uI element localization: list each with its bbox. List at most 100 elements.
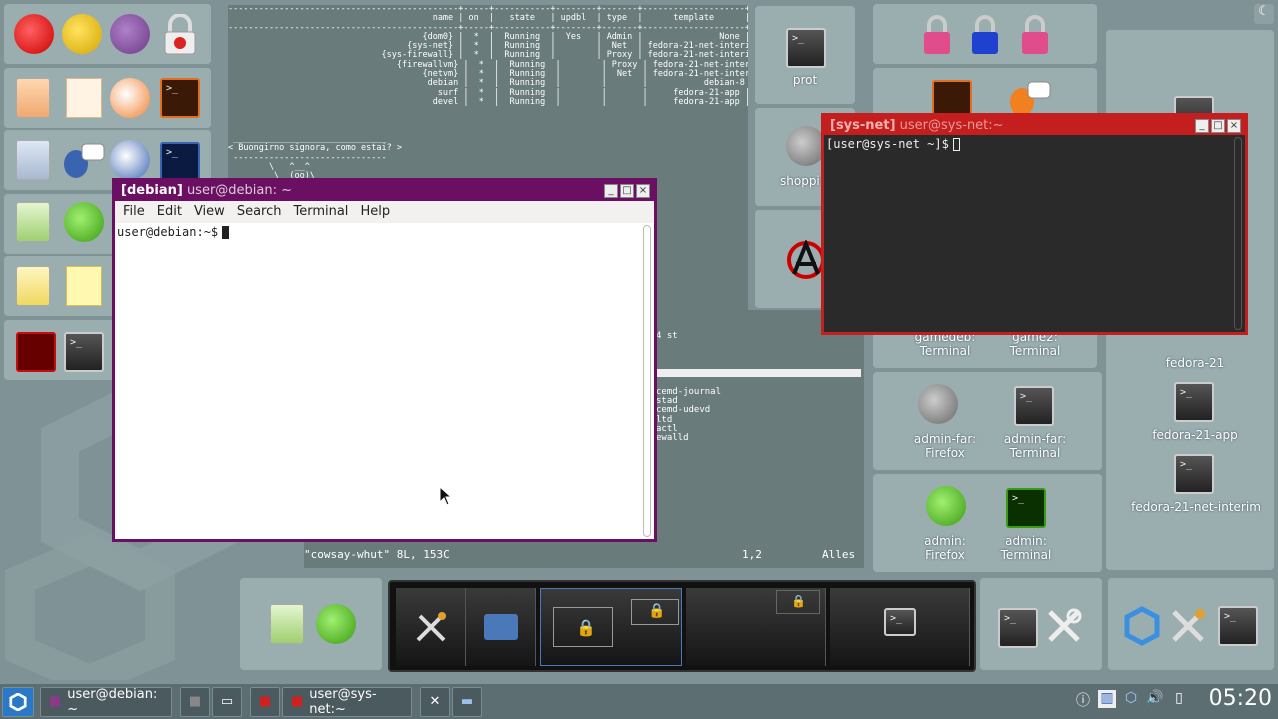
terminal-prompt: [user@sys-net ~]$ — [826, 137, 949, 151]
firefox-yellow-icon[interactable] — [62, 14, 102, 54]
scrollbar[interactable] — [643, 225, 651, 537]
volume-icon[interactable]: 🔊 — [1146, 690, 1164, 708]
mini-window: 🔒 — [776, 590, 820, 614]
lock-red-icon[interactable] — [162, 13, 202, 55]
taskbar-lock-red[interactable]: ■ — [250, 686, 280, 717]
moon-icon[interactable]: ☾ — [1254, 4, 1274, 24]
cpu-graph-icon[interactable]: ▥ — [1098, 690, 1116, 708]
minimize-button[interactable]: _ — [604, 184, 618, 198]
qubes-logo-icon[interactable] — [1122, 606, 1162, 646]
minimize-button[interactable]: _ — [1195, 119, 1209, 133]
launcher-panel — [240, 578, 382, 670]
maximize-button[interactable]: □ — [1211, 119, 1225, 133]
terminal-body[interactable]: user@debian:~$ — [115, 223, 654, 539]
window-titlebar[interactable]: [sys-net] user@sys-net:~ _ □ × — [824, 116, 1245, 135]
file-cabinet-yellow-icon[interactable] — [16, 266, 50, 306]
file-cabinet-orange-icon[interactable] — [16, 78, 50, 118]
sysnet-terminal-window: [sys-net] user@sys-net:~ _ □ × [user@sys… — [821, 113, 1248, 335]
menu-search[interactable]: Search — [231, 201, 288, 223]
window-titlebar[interactable]: [debian] user@debian: ~ _ □ × — [115, 181, 654, 201]
clipboard-icon[interactable]: ▯ — [1170, 690, 1188, 708]
close-button[interactable]: × — [636, 184, 650, 198]
firefox-gray-icon[interactable] — [786, 126, 826, 166]
pager-tools-cell[interactable] — [396, 588, 466, 666]
firefox-red-icon[interactable] — [14, 14, 54, 54]
adminfar-terminal-label: admin-far: Terminal — [1003, 432, 1067, 460]
fedora21-label: fedora-21 — [1165, 356, 1225, 370]
process-list: 4 st cemd-journal stad cemd-udevd ltd ac… — [656, 331, 722, 444]
firefox-green-icon[interactable] — [316, 604, 356, 644]
document-icon[interactable] — [66, 78, 102, 118]
menubar: File Edit View Search Terminal Help — [115, 201, 654, 223]
pager-files-cell[interactable] — [466, 588, 536, 666]
debian-terminal-window: [debian] user@debian: ~ _ □ × File Edit … — [112, 178, 657, 542]
pager-workspace[interactable]: >_ — [830, 588, 970, 666]
taskbar-lock-gray[interactable]: ■ — [180, 686, 210, 717]
thunderbird-blue-icon[interactable] — [110, 140, 150, 180]
progress-bar — [656, 369, 861, 377]
menu-edit[interactable]: Edit — [151, 201, 188, 223]
terminal-body[interactable]: [user@sys-net ~]$ — [824, 135, 1245, 332]
scrollbar[interactable] — [1234, 137, 1242, 330]
terminal-red-icon[interactable] — [16, 332, 56, 372]
anarchy-icon[interactable] — [786, 238, 826, 280]
terminal-icon[interactable]: >_ — [998, 608, 1038, 648]
terminal-icon[interactable]: >_ — [1014, 386, 1054, 426]
prot-label: prot — [792, 73, 818, 87]
pager-workspace[interactable]: 🔒 — [686, 588, 826, 666]
pidgin-chat-icon[interactable] — [62, 140, 105, 180]
terminal-gray-icon[interactable]: >_ — [64, 332, 104, 372]
window-vm-name: [sys-net] — [830, 118, 896, 133]
vim-status-file: "cowsay-whut" 8L, 153C — [304, 548, 450, 561]
menu-help[interactable]: Help — [354, 201, 396, 223]
info-icon[interactable]: ⓘ — [1074, 690, 1092, 709]
pidgin-orange-icon[interactable] — [1008, 78, 1051, 118]
firefox-green-icon[interactable] — [64, 202, 104, 242]
firefox-gray-icon[interactable] — [918, 384, 958, 424]
file-cabinet-green-icon[interactable] — [270, 604, 304, 644]
tools-icon — [416, 612, 446, 642]
menu-view[interactable]: View — [188, 201, 231, 223]
close-button[interactable]: × — [1227, 119, 1241, 133]
menu-file[interactable]: File — [117, 201, 151, 223]
terminal-icon[interactable]: >_ — [1218, 606, 1258, 646]
taskbar-file-manager[interactable]: ▬ — [452, 686, 482, 717]
pager-workspace-active[interactable]: 🔒 🔒 — [540, 588, 682, 666]
terminal-icon[interactable]: >_ — [1174, 382, 1214, 422]
qvm-ls-output: ----------------------------------------… — [228, 5, 748, 182]
file-cabinet-blue-icon[interactable] — [16, 140, 50, 180]
clock[interactable]: 05:20 — [1209, 686, 1272, 711]
terminal-icon[interactable]: >_ — [1174, 454, 1214, 494]
qubes-domains-icon[interactable]: ⬡ — [1122, 690, 1140, 708]
firefox-purple-icon[interactable] — [110, 14, 150, 54]
taskbar-tools[interactable]: ✕ — [420, 686, 450, 717]
lock-pink2-icon[interactable] — [1020, 14, 1050, 54]
lock-purple-icon: 🔒 — [576, 618, 596, 637]
mouse-pointer-icon — [439, 486, 453, 506]
terminal-green-icon[interactable]: >_ — [1006, 488, 1046, 528]
file-manager-icon — [484, 614, 518, 640]
maximize-button[interactable]: □ — [620, 184, 634, 198]
terminal-blue-icon[interactable]: >_ — [160, 142, 200, 182]
vim-status-scroll: Alles — [822, 548, 856, 561]
qubes-menu-button[interactable] — [2, 686, 34, 717]
keys-settings-icon[interactable] — [1044, 606, 1084, 646]
window-title: user@sys-net:~ — [899, 118, 1004, 133]
thunderbird-orange-icon[interactable] — [110, 78, 150, 118]
taskbar-terminal[interactable]: ▭ — [212, 686, 242, 717]
taskbar-task-sysnet[interactable]: ■ user@sys-net:~ — [282, 686, 412, 717]
lock-pink-icon[interactable] — [922, 14, 952, 54]
lock-blue-icon[interactable] — [970, 14, 1000, 54]
file-cabinet-green-icon[interactable] — [16, 202, 50, 242]
terminal-icon: >_ — [884, 608, 916, 636]
document-yellow-icon[interactable] — [66, 266, 102, 306]
firefox-green-icon[interactable] — [926, 486, 966, 526]
fedora21-net-interim-label: fedora-21-net-interim — [1131, 500, 1261, 514]
terminal-icon[interactable]: >_ — [786, 28, 826, 68]
task-label: user@sys-net:~ — [309, 686, 377, 717]
tools-icon[interactable] — [1168, 606, 1208, 646]
terminal-orange-icon[interactable]: >_ — [160, 78, 200, 118]
taskbar-task-debian[interactable]: ■ user@debian: ~ — [40, 686, 172, 717]
lock-gray-icon: ■ — [188, 694, 202, 709]
menu-terminal[interactable]: Terminal — [287, 201, 354, 223]
